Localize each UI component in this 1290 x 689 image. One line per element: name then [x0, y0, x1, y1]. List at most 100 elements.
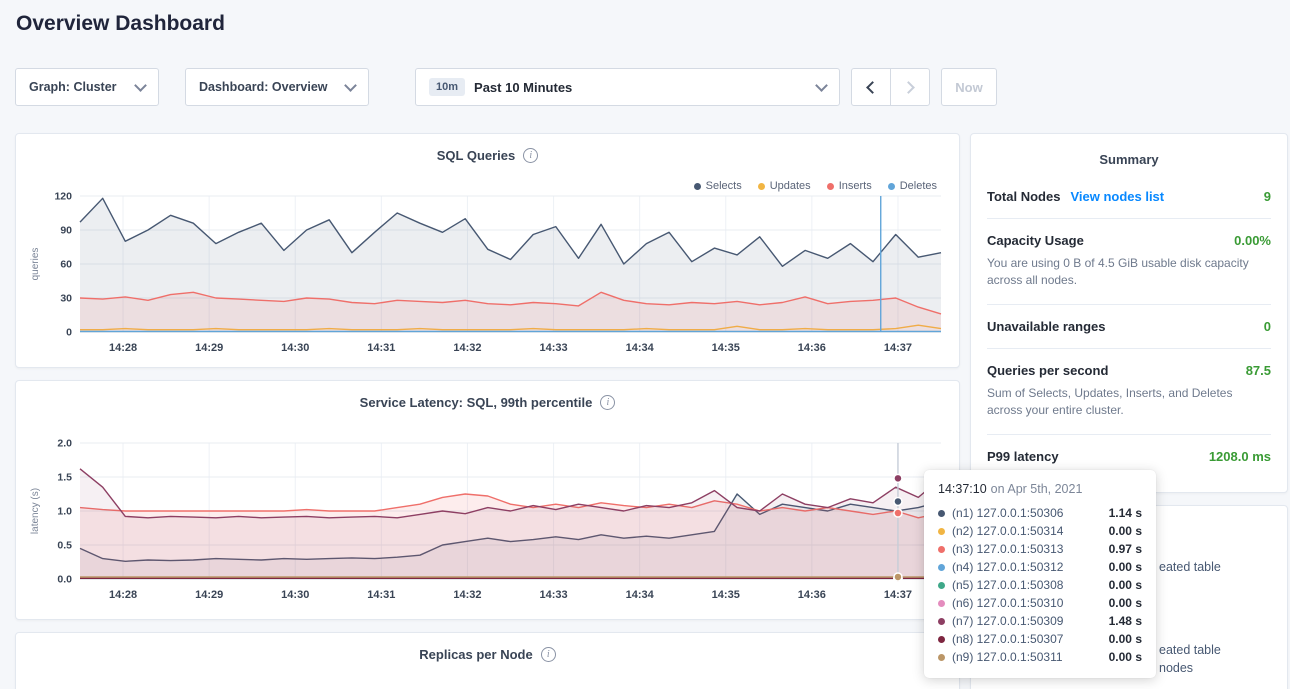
- svg-text:14:36: 14:36: [798, 342, 826, 354]
- svg-text:14:37: 14:37: [884, 589, 912, 601]
- summary-row-capacity: Capacity Usage 0.00% You are using 0 B o…: [987, 218, 1271, 304]
- capacity-subtext: You are using 0 B of 4.5 GiB usable disk…: [987, 255, 1271, 290]
- total-nodes-label: Total Nodes: [987, 189, 1060, 204]
- tooltip-node-value: 1.48 s: [1109, 614, 1142, 628]
- series-dot-icon: [938, 618, 945, 625]
- svg-text:0.0: 0.0: [57, 574, 72, 586]
- tooltip-row: (n2) 127.0.0.1:50314 0.00 s: [938, 522, 1142, 540]
- info-icon[interactable]: i: [541, 647, 556, 662]
- tooltip-row: (n7) 127.0.0.1:50309 1.48 s: [938, 612, 1142, 630]
- svg-text:14:32: 14:32: [453, 342, 481, 354]
- svg-text:120: 120: [54, 191, 72, 203]
- tooltip-node-value: 0.00 s: [1109, 560, 1142, 574]
- capacity-value: 0.00%: [1234, 233, 1271, 248]
- chevron-down-icon: [134, 79, 147, 92]
- tooltip-node-value: 1.14 s: [1109, 506, 1142, 520]
- svg-text:0: 0: [66, 327, 72, 339]
- svg-text:90: 90: [60, 225, 72, 237]
- svg-text:14:29: 14:29: [195, 589, 223, 601]
- svg-text:14:32: 14:32: [453, 589, 481, 601]
- sql-queries-chart-title: SQL Queries: [437, 148, 516, 163]
- service-latency-chart-title: Service Latency: SQL, 99th percentile: [360, 395, 593, 410]
- summary-panel: Summary Total Nodes View nodes list 9 Ca…: [970, 133, 1288, 493]
- time-prev-button[interactable]: [851, 68, 891, 106]
- tooltip-node-value: 0.00 s: [1109, 650, 1142, 664]
- svg-text:14:31: 14:31: [367, 589, 395, 601]
- tooltip-row: (n9) 127.0.0.1:50311 0.00 s: [938, 648, 1142, 666]
- service-latency-plot[interactable]: 14:28 14:29 14:30 14:31 14:32 14:33 14:34 14:35…: [24, 433, 953, 605]
- svg-text:14:28: 14:28: [109, 342, 137, 354]
- tooltip-node-value: 0.00 s: [1109, 524, 1142, 538]
- tooltip-node-value: 0.00 s: [1109, 578, 1142, 592]
- tooltip-node-value: 0.00 s: [1109, 632, 1142, 646]
- svg-text:0.5: 0.5: [57, 540, 72, 552]
- series-dot-icon: [938, 654, 945, 661]
- sql-queries-plot[interactable]: 14:2814:2914:3014:3114:3214:3314:3414:35…: [24, 186, 953, 358]
- capacity-label: Capacity Usage: [987, 233, 1084, 248]
- svg-text:14:33: 14:33: [539, 589, 567, 601]
- tooltip-node-label: (n6) 127.0.0.1:50310: [952, 596, 1063, 610]
- summary-row-total-nodes: Total Nodes View nodes list 9: [987, 175, 1271, 218]
- now-button[interactable]: Now: [941, 68, 997, 106]
- svg-text:14:30: 14:30: [281, 589, 309, 601]
- tooltip-node-label: (n4) 127.0.0.1:50312: [952, 560, 1063, 574]
- chevron-left-icon: [866, 81, 879, 94]
- svg-text:2.0: 2.0: [57, 438, 72, 450]
- svg-text:1.0: 1.0: [57, 506, 72, 518]
- summary-row-qps: Queries per second 87.5 Sum of Selects, …: [987, 348, 1271, 434]
- time-range-selector[interactable]: 10m Past 10 Minutes: [415, 68, 840, 106]
- dashboard-dropdown-label: Dashboard: Overview: [199, 80, 337, 94]
- tooltip-node-label: (n9) 127.0.0.1:50311: [952, 650, 1063, 664]
- event-text-fragment: eated table: [1159, 560, 1221, 574]
- tooltip-row: (n5) 127.0.0.1:50308 0.00 s: [938, 576, 1142, 594]
- chevron-down-icon: [815, 79, 828, 92]
- tooltip-node-label: (n3) 127.0.0.1:50313: [952, 542, 1063, 556]
- tooltip-node-value: 0.00 s: [1109, 596, 1142, 610]
- tooltip-date: on Apr 5th, 2021: [991, 482, 1083, 496]
- svg-text:latency (s): latency (s): [30, 488, 41, 534]
- series-dot-icon: [938, 510, 945, 517]
- tooltip-node-value: 0.97 s: [1109, 542, 1142, 556]
- info-icon[interactable]: i: [523, 148, 538, 163]
- replicas-chart-title: Replicas per Node: [419, 647, 532, 662]
- graph-dropdown[interactable]: Graph: Cluster: [15, 68, 159, 106]
- time-range-label: Past 10 Minutes: [474, 80, 808, 95]
- tooltip-time: 14:37:10: [938, 482, 987, 496]
- svg-text:14:28: 14:28: [109, 589, 137, 601]
- info-icon[interactable]: i: [600, 395, 615, 410]
- series-dot-icon: [938, 564, 945, 571]
- series-dot-icon: [938, 582, 945, 589]
- unavailable-ranges-label: Unavailable ranges: [987, 319, 1106, 334]
- series-dot-icon: [938, 528, 945, 535]
- series-dot-icon: [938, 546, 945, 553]
- summary-row-unavailable-ranges: Unavailable ranges 0: [987, 304, 1271, 348]
- svg-text:14:37: 14:37: [884, 342, 912, 354]
- time-next-button[interactable]: [890, 68, 930, 106]
- svg-text:14:35: 14:35: [712, 342, 740, 354]
- svg-text:14:34: 14:34: [626, 589, 655, 601]
- dashboard-dropdown[interactable]: Dashboard: Overview: [185, 68, 369, 106]
- tooltip-row: (n1) 127.0.0.1:503061.14 s: [938, 504, 1142, 522]
- service-latency-card: Service Latency: SQL, 99th percentile i …: [15, 380, 960, 620]
- chevron-down-icon: [344, 79, 357, 92]
- tooltip-row: (n3) 127.0.0.1:50313 0.97 s: [938, 540, 1142, 558]
- svg-text:14:35: 14:35: [712, 589, 740, 601]
- summary-title: Summary: [971, 134, 1287, 175]
- tooltip-node-label: (n5) 127.0.0.1:50308: [952, 578, 1063, 592]
- tooltip-row: (n4) 127.0.0.1:50312 0.00 s: [938, 558, 1142, 576]
- event-text-fragment: nodes: [1159, 661, 1193, 675]
- svg-text:queries: queries: [30, 248, 41, 281]
- chart-hover-tooltip: 14:37:10 on Apr 5th, 2021 (n1) 127.0.0.1:…: [924, 470, 1156, 678]
- p99-value: 1208.0 ms: [1209, 449, 1271, 464]
- svg-text:14:30: 14:30: [281, 342, 309, 354]
- svg-text:14:29: 14:29: [195, 342, 223, 354]
- tooltip-row: (n8) 127.0.0.1:50307 0.00 s: [938, 630, 1142, 648]
- tooltip-node-label: (n2) 127.0.0.1:50314: [952, 524, 1063, 538]
- chevron-right-icon: [902, 81, 915, 94]
- sql-queries-card: SQL Queries i SelectsUpdatesInsertsDelet…: [15, 133, 960, 368]
- tooltip-node-label: (n8) 127.0.0.1:50307: [952, 632, 1063, 646]
- svg-text:14:31: 14:31: [367, 342, 395, 354]
- view-nodes-list-link[interactable]: View nodes list: [1070, 189, 1164, 204]
- svg-text:60: 60: [60, 259, 72, 271]
- tooltip-node-label: (n7) 127.0.0.1:50309: [952, 614, 1063, 628]
